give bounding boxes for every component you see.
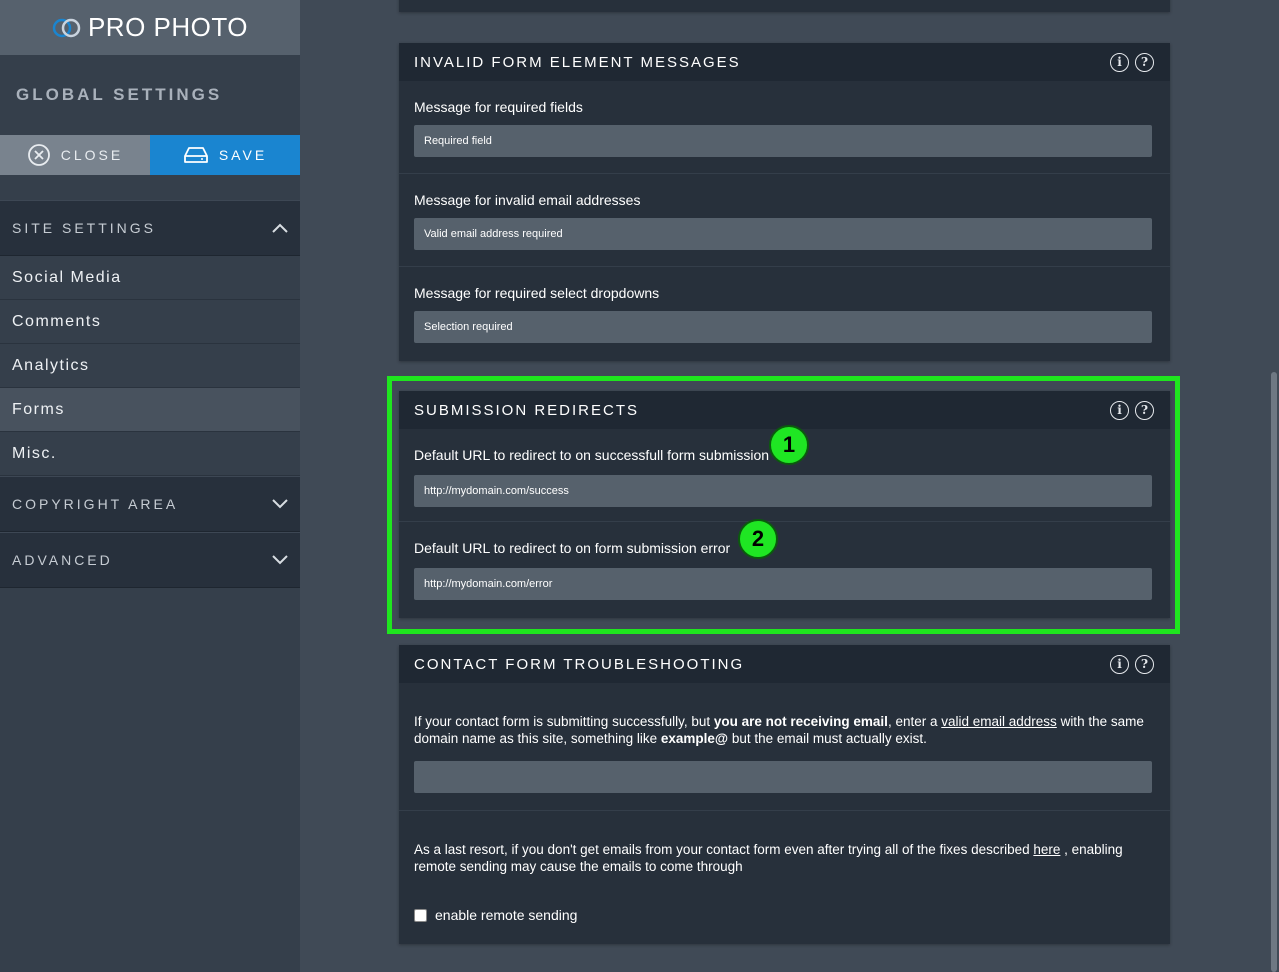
page-title: GLOBAL SETTINGS	[16, 85, 223, 104]
field-label: Message for invalid email addresses	[414, 192, 641, 208]
help-text: As a last resort, if you don't get email…	[414, 841, 1154, 875]
logo-text: PRO PHOTO	[87, 12, 249, 42]
logo: PRO PHOTO	[52, 12, 248, 43]
invalid-messages-card: INVALID FORM ELEMENT MESSAGES i ? Messag…	[399, 43, 1170, 361]
checkbox-label: enable remote sending	[435, 907, 578, 923]
field-label: Message for required fields	[414, 99, 583, 115]
sidebar: PRO PHOTO GLOBAL SETTINGS CLOSE SAVE SIT…	[0, 0, 300, 972]
error-redirect-url-input[interactable]: http://mydomain.com/error	[414, 568, 1152, 600]
card-header: SUBMISSION REDIRECTS i ?	[399, 391, 1170, 429]
scrollbar[interactable]	[1269, 0, 1279, 972]
card-title: INVALID FORM ELEMENT MESSAGES	[414, 53, 741, 71]
close-button[interactable]: CLOSE	[0, 135, 150, 175]
header-icons: i ?	[1110, 654, 1154, 674]
section-label: ADVANCED	[12, 552, 113, 568]
required-field-message-input[interactable]: Required field	[414, 125, 1152, 157]
help-text-bold: you are not receiving email	[713, 714, 888, 729]
field-label: Default URL to redirect to on form submi…	[414, 540, 731, 556]
section-label: SITE SETTINGS	[12, 220, 157, 236]
help-text-part: As a last resort, if you don't get email…	[414, 842, 1034, 857]
field-label: Message for required select dropdowns	[414, 285, 660, 301]
required-select-message-input[interactable]: Selection required	[414, 311, 1152, 343]
header-icons: i ?	[1110, 52, 1154, 72]
scrollbar-thumb[interactable]	[1271, 372, 1277, 972]
troubleshooting-card: CONTACT FORM TROUBLESHOOTING i ? If your…	[399, 645, 1170, 944]
here-link[interactable]: here	[1033, 842, 1060, 857]
form-field: Message for required fields Required fie…	[399, 81, 1170, 174]
valid-email-link[interactable]: valid email address	[941, 714, 1057, 729]
card-title: CONTACT FORM TROUBLESHOOTING	[414, 655, 745, 673]
save-button[interactable]: SAVE	[150, 135, 300, 175]
troubleshooting-email-input[interactable]	[414, 761, 1152, 793]
logo-bar: PRO PHOTO	[0, 0, 300, 55]
annotation-badge: 1	[769, 425, 809, 465]
invalid-email-message-input[interactable]: Valid email address required	[414, 218, 1152, 250]
help-text: If your contact form is submitting succe…	[414, 713, 1154, 747]
nav-item-analytics[interactable]: Analytics	[0, 344, 300, 388]
nav-item-misc[interactable]: Misc.	[0, 432, 300, 476]
card-header: CONTACT FORM TROUBLESHOOTING i ?	[399, 645, 1170, 683]
form-field: Message for invalid email addresses Vali…	[399, 174, 1170, 267]
enable-remote-sending-checkbox[interactable]	[414, 908, 427, 922]
nav-item-comments[interactable]: Comments	[0, 300, 300, 344]
prophoto-rings-icon	[52, 18, 81, 37]
chevron-down-icon	[272, 555, 288, 565]
section-copyright-area[interactable]: COPYRIGHT AREA	[0, 476, 300, 532]
chevron-up-icon	[272, 223, 288, 233]
info-icon[interactable]: i	[1110, 654, 1129, 674]
remote-sending-option[interactable]: enable remote sending	[414, 907, 1154, 923]
info-icon[interactable]: i	[1110, 400, 1129, 420]
help-text-part: but the email must actually exist.	[728, 731, 927, 746]
info-icon[interactable]: i	[1110, 52, 1129, 72]
help-text-bold: example@	[660, 731, 729, 746]
help-icon[interactable]: ?	[1135, 52, 1154, 72]
form-field: As a last resort, if you don't get email…	[399, 811, 1170, 944]
help-text-part: If your contact form is submitting succe…	[414, 714, 714, 729]
help-icon[interactable]: ?	[1135, 654, 1154, 674]
nav-item-social-media[interactable]: Social Media	[0, 256, 300, 300]
settings-nav: SITE SETTINGS Social Media Comments Anal…	[0, 200, 300, 588]
section-site-settings[interactable]: SITE SETTINGS	[0, 200, 300, 256]
annotation-badge: 2	[738, 519, 778, 559]
form-field: If your contact form is submitting succe…	[399, 683, 1170, 811]
action-buttons: CLOSE SAVE	[0, 135, 300, 175]
section-label: COPYRIGHT AREA	[12, 496, 179, 512]
nav-item-forms[interactable]: Forms	[0, 388, 300, 432]
help-icon[interactable]: ?	[1135, 400, 1154, 420]
save-label: SAVE	[218, 147, 268, 163]
close-label: CLOSE	[60, 147, 124, 163]
section-advanced[interactable]: ADVANCED	[0, 532, 300, 588]
success-redirect-url-input[interactable]: http://mydomain.com/success	[414, 475, 1152, 507]
form-field: Message for required select dropdowns Se…	[399, 267, 1170, 360]
card-header: INVALID FORM ELEMENT MESSAGES i ?	[399, 43, 1170, 81]
drive-icon	[183, 147, 208, 163]
help-text-part: , enter a	[887, 714, 942, 729]
header-icons: i ?	[1110, 400, 1154, 420]
field-label: Default URL to redirect to on successful…	[414, 447, 770, 463]
card-title: SUBMISSION REDIRECTS	[414, 401, 640, 419]
chevron-down-icon	[272, 499, 288, 509]
close-circle-icon	[27, 144, 50, 166]
previous-card-bottom	[399, 0, 1170, 12]
form-field: Default URL to redirect to on form submi…	[399, 522, 1170, 615]
